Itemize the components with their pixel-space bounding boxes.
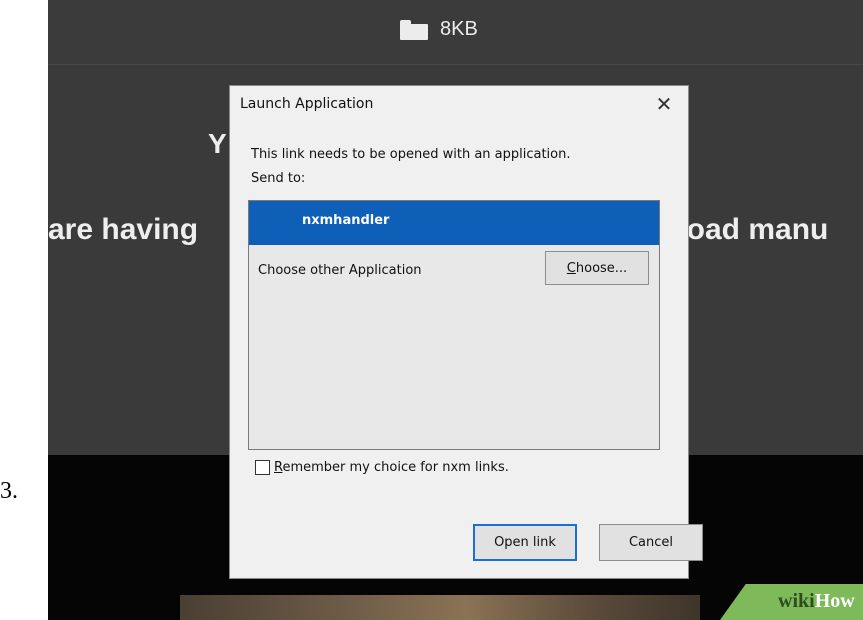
window-titlebar: 8KB	[48, 0, 863, 65]
screenshot-frame: 8KB Y are having nload manu wikiHow Laun…	[48, 0, 863, 620]
launch-application-dialog: Launch Application ✕ This link needs to …	[229, 85, 703, 579]
watermark-how: How	[814, 590, 855, 612]
background-image	[180, 595, 700, 620]
open-link-button[interactable]: Open link	[473, 524, 577, 561]
remember-choice-checkbox[interactable]	[255, 460, 270, 475]
dialog-title: Launch Application	[240, 96, 374, 112]
window-title: 8KB	[440, 18, 478, 40]
folder-icon	[400, 19, 428, 40]
remember-choice-option[interactable]: Remember my choice for nxm links.	[255, 460, 509, 475]
choose-other-application-label: Choose other Application	[258, 263, 422, 278]
app-name: nxmhandler	[302, 213, 390, 228]
step-number: 3.	[0, 478, 18, 504]
choose-label: hoose...	[575, 260, 628, 276]
application-list: nxmhandler Choose other Application Choo…	[248, 200, 660, 450]
background-heading-fragment: Y	[208, 128, 227, 159]
list-item-nxmhandler[interactable]: nxmhandler	[249, 201, 659, 245]
choose-mnemonic: C	[566, 260, 576, 276]
watermark-wiki: wiki	[778, 590, 815, 612]
choose-button[interactable]: Choose...	[545, 251, 649, 285]
background-text-left: are having	[48, 213, 199, 246]
dialog-message: This link needs to be opened with an app…	[251, 147, 571, 162]
remember-label: emember my choice for nxm links.	[282, 460, 509, 475]
send-to-label: Send to:	[251, 171, 306, 186]
close-icon[interactable]: ✕	[650, 90, 678, 118]
cancel-button[interactable]: Cancel	[599, 524, 703, 561]
